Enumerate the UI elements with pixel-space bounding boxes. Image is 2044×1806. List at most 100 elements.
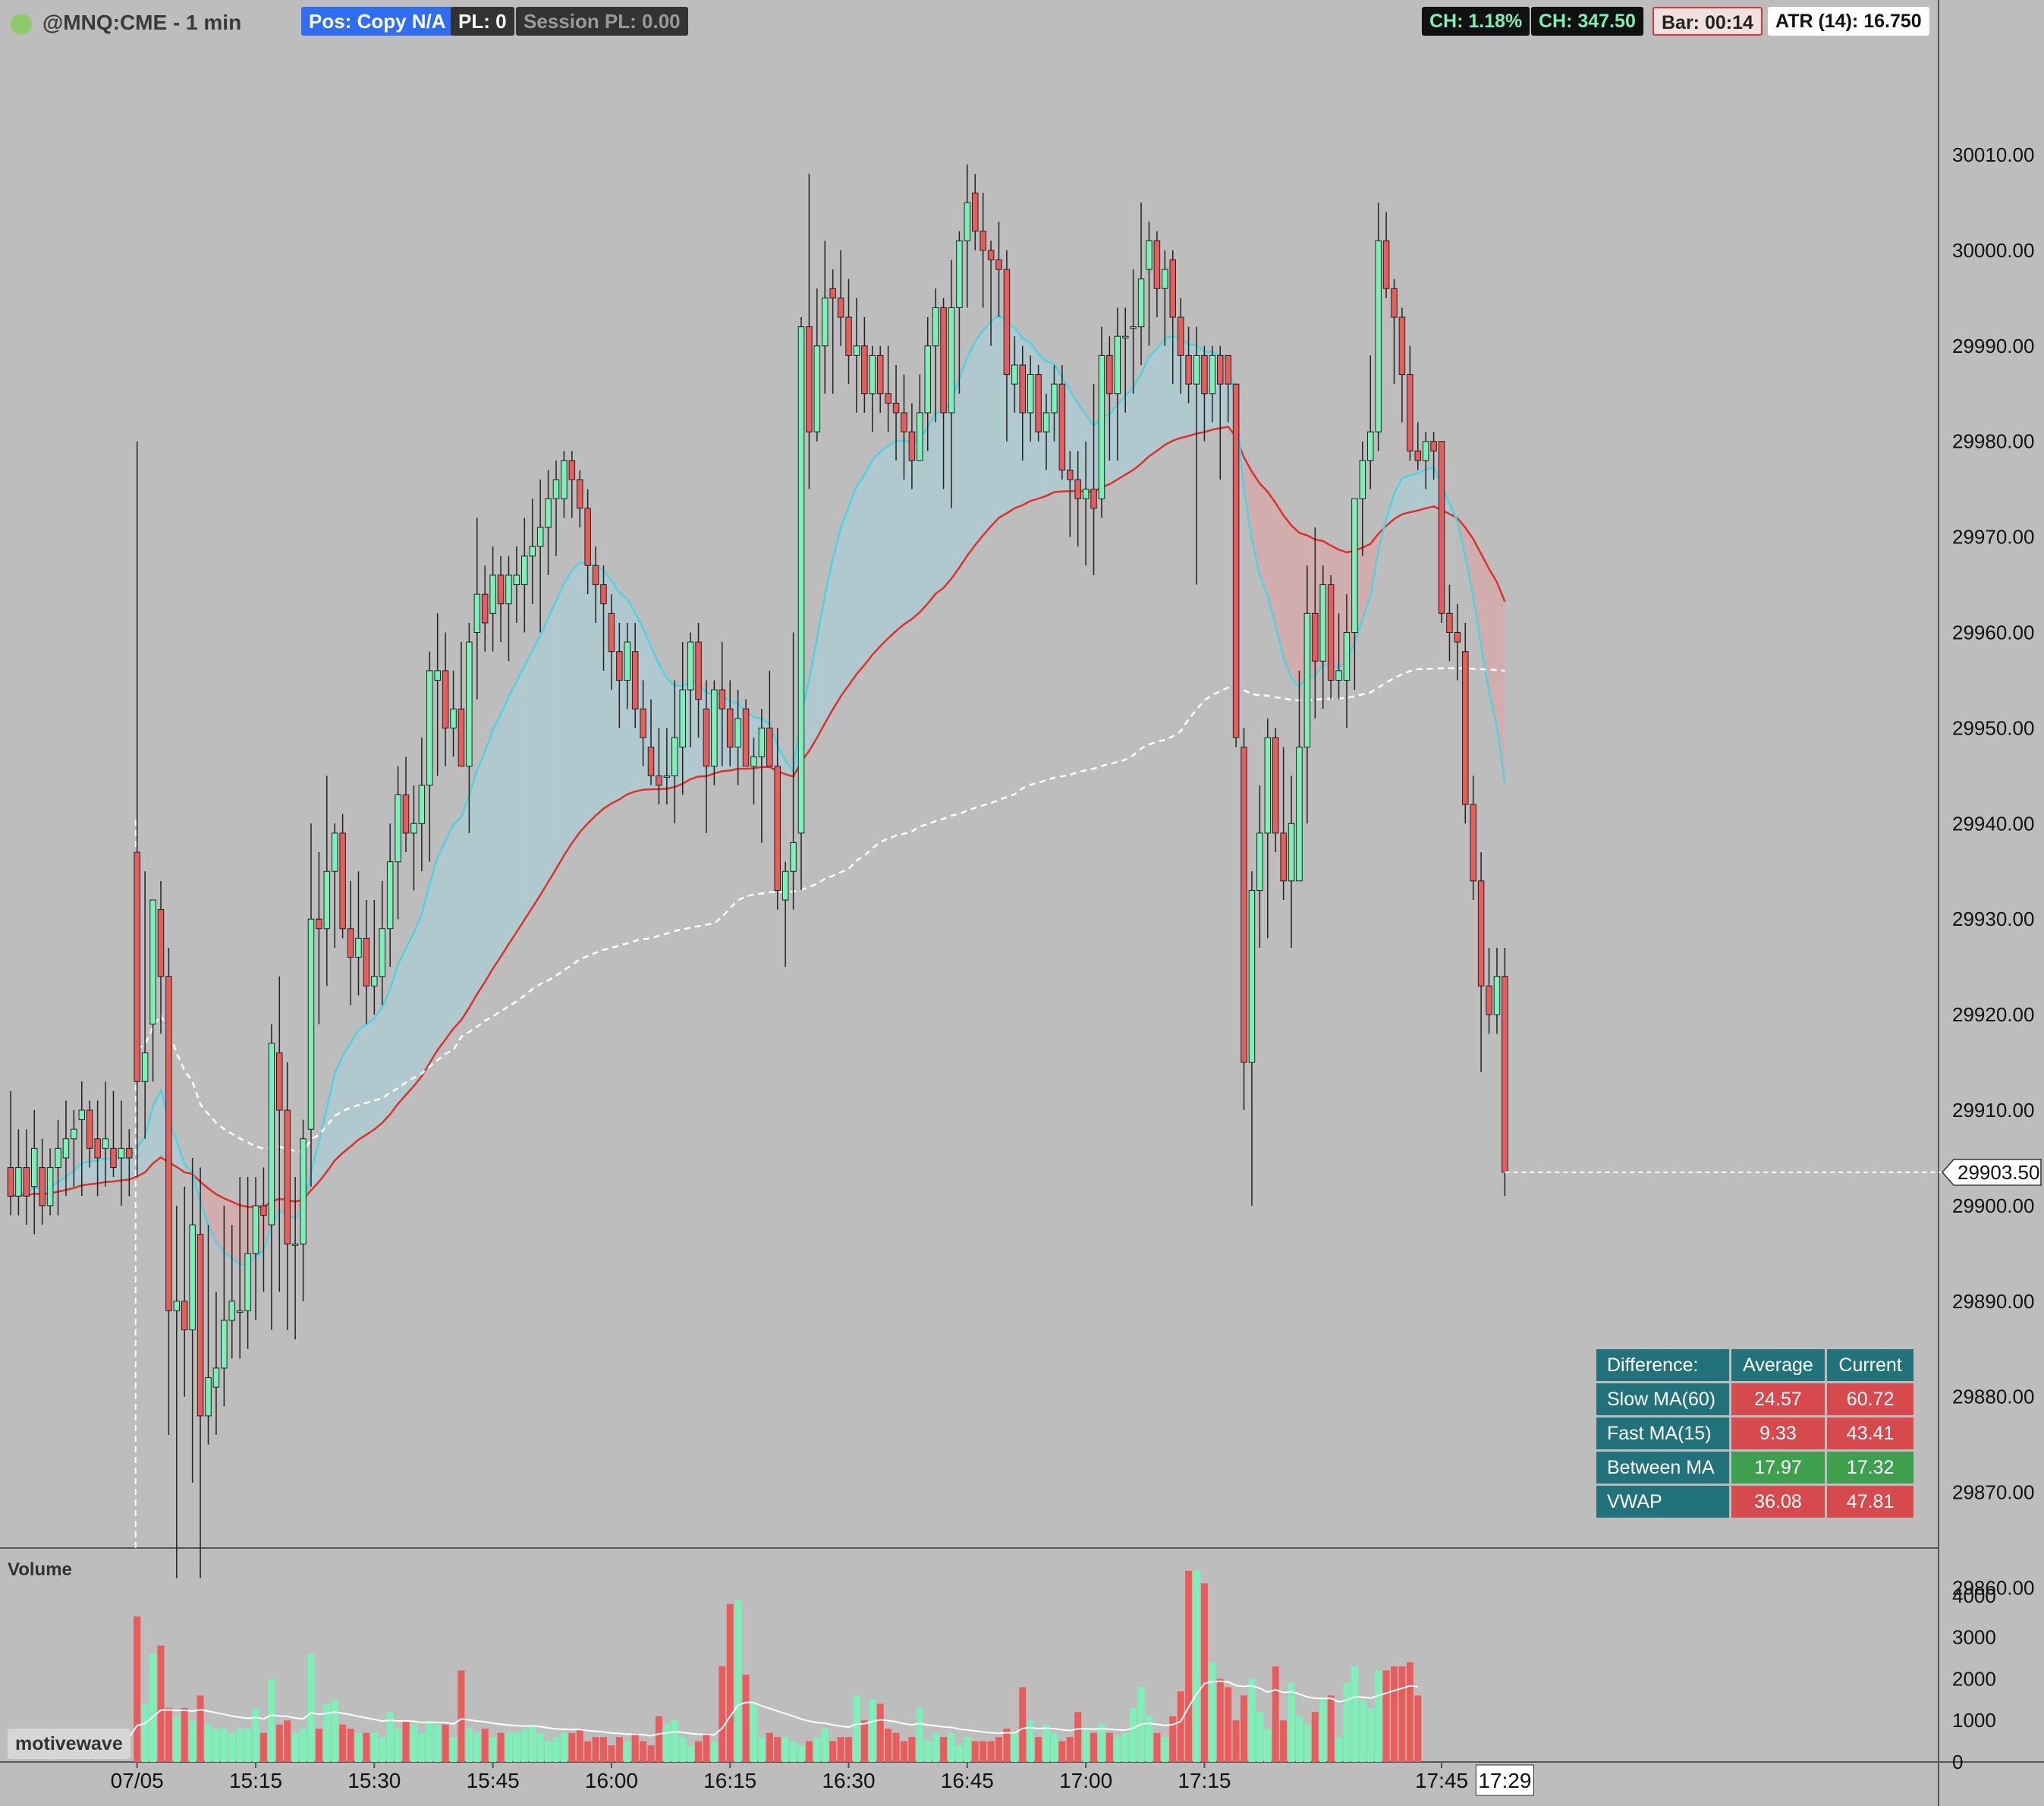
down-candle[interactable] [1035,374,1042,433]
up-candle[interactable] [822,297,829,347]
up-candle[interactable] [331,832,338,872]
down-candle[interactable] [39,1167,46,1207]
symbol-title[interactable]: @MNQ:CME - 1 min [42,11,241,35]
down-candle[interactable] [892,402,900,414]
down-candle[interactable] [165,976,172,1311]
up-candle[interactable] [552,479,560,499]
down-candle[interactable] [1019,364,1027,414]
down-candle[interactable] [971,192,979,232]
down-candle[interactable] [497,574,505,605]
up-candle[interactable] [964,202,971,241]
down-candle[interactable] [276,1052,283,1111]
down-candle[interactable] [980,231,986,251]
up-candle[interactable] [244,1253,251,1311]
down-candle[interactable] [766,727,773,767]
up-candle[interactable] [379,928,385,977]
up-candle[interactable] [228,1301,236,1321]
up-candle[interactable] [386,861,394,930]
down-candle[interactable] [995,259,1002,270]
down-candle[interactable] [1067,469,1074,480]
down-candle[interactable] [774,766,781,891]
down-candle[interactable] [363,937,370,986]
up-candle[interactable] [734,718,741,748]
down-candle[interactable] [1391,288,1398,318]
up-candle[interactable] [291,1243,299,1246]
down-candle[interactable] [1241,747,1247,1063]
down-candle[interactable] [631,651,639,710]
up-candle[interactable] [1343,632,1351,681]
up-candle[interactable] [450,708,457,728]
up-candle[interactable] [434,670,441,681]
down-candle[interactable] [1398,316,1406,376]
up-candle[interactable] [189,1224,196,1331]
down-candle[interactable] [908,431,916,461]
up-candle[interactable] [758,727,766,757]
down-candle[interactable] [837,297,844,318]
up-candle[interactable] [1082,489,1090,499]
down-candle[interactable] [1470,804,1476,882]
down-candle[interactable] [1382,240,1390,289]
up-candle[interactable] [869,354,876,395]
up-candle[interactable] [529,546,536,557]
down-candle[interactable] [94,1138,101,1159]
up-candle[interactable] [1130,326,1137,329]
up-candle[interactable] [671,737,678,776]
down-candle[interactable] [1090,489,1097,509]
up-candle[interactable] [561,460,568,499]
up-candle[interactable] [1319,584,1326,662]
up-candle[interactable] [1351,498,1358,633]
up-candle[interactable] [221,1320,228,1369]
down-candle[interactable] [157,909,165,977]
down-candle[interactable] [284,1109,291,1244]
down-candle[interactable] [1177,316,1184,356]
up-candle[interactable] [948,307,955,414]
up-candle[interactable] [1256,832,1263,891]
up-candle[interactable] [307,918,315,1130]
up-candle[interactable] [1137,278,1145,328]
up-candle[interactable] [513,574,520,586]
up-candle[interactable] [1193,354,1200,385]
down-candle[interactable] [600,584,607,605]
up-candle[interactable] [797,326,805,834]
up-candle[interactable] [1042,412,1050,433]
down-candle[interactable] [458,708,465,767]
down-candle[interactable] [987,250,995,260]
down-candle[interactable] [1446,612,1453,634]
down-candle[interactable] [1232,383,1240,738]
up-candle[interactable] [323,870,331,930]
down-candle[interactable] [806,326,813,433]
up-candle[interactable] [410,823,417,834]
down-candle[interactable] [126,1147,133,1159]
up-candle[interactable] [679,689,686,748]
up-candle[interactable] [781,870,789,901]
down-candle[interactable] [940,307,947,414]
up-candle[interactable] [853,345,860,356]
down-candle[interactable] [1502,976,1508,1173]
up-candle[interactable] [1162,269,1168,289]
down-candle[interactable] [845,316,852,356]
down-candle[interactable] [726,708,734,748]
up-candle[interactable] [545,498,552,528]
down-candle[interactable] [1454,632,1461,643]
down-candle[interactable] [1477,880,1485,986]
up-candle[interactable] [426,670,433,786]
down-candle[interactable] [442,670,449,728]
down-candle[interactable] [1003,269,1011,376]
down-candle[interactable] [1414,450,1422,461]
down-candle[interactable] [260,1205,267,1216]
up-candle[interactable] [1209,354,1216,395]
up-candle[interactable] [1098,354,1105,499]
down-candle[interactable] [23,1167,30,1197]
down-candle[interactable] [829,288,836,299]
up-candle[interactable] [1288,823,1295,882]
up-candle[interactable] [212,1367,220,1388]
down-candle[interactable] [901,412,907,433]
down-candle[interactable] [1153,240,1161,289]
down-candle[interactable] [1312,612,1319,662]
price-chart[interactable]: 30010.00 30000.00 29990.00 29980.00 29970.00… [0,0,2044,1806]
up-candle[interactable] [355,937,362,958]
down-candle[interactable] [568,460,576,480]
up-candle[interactable] [473,593,481,634]
down-candle[interactable] [1074,479,1081,499]
up-candle[interactable] [521,555,528,586]
